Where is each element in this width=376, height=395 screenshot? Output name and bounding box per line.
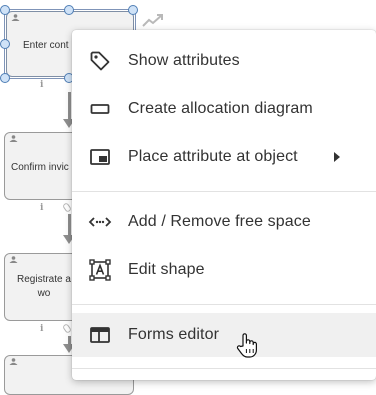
- person-icon: [9, 358, 18, 365]
- menu-item-show-attributes[interactable]: Show attributes: [72, 39, 376, 83]
- form-window-icon: [90, 327, 110, 343]
- connector-line: [68, 92, 71, 120]
- attachment-icon[interactable]: [61, 323, 73, 334]
- menu-item-label: Forms editor: [128, 326, 219, 343]
- menu-item-create-allocation-diagram[interactable]: Create allocation diagram: [72, 87, 376, 131]
- attachment-icon[interactable]: [61, 202, 73, 213]
- rectangle-icon: [90, 104, 110, 114]
- resize-handle-nw[interactable]: [0, 5, 10, 15]
- shape-label: Enter cont: [23, 40, 69, 51]
- picture-in-picture-icon: [90, 149, 110, 165]
- menu-divider: [72, 304, 376, 305]
- menu-item-label: Show attributes: [128, 52, 240, 69]
- info-icon[interactable]: i: [40, 324, 43, 334]
- menu-item-label: Place attribute at object: [128, 148, 298, 165]
- person-icon: [9, 256, 18, 263]
- menu-item-place-attribute[interactable]: Place attribute at object: [72, 135, 376, 179]
- info-icon[interactable]: i: [40, 203, 43, 213]
- chart-trend-icon[interactable]: [142, 12, 164, 28]
- menu-item-forms-editor[interactable]: Forms editor: [72, 313, 376, 357]
- shape-label: Registrate a wo: [17, 274, 71, 299]
- menu-divider: [72, 191, 376, 192]
- connector-line: [68, 214, 71, 236]
- menu-item-label: Add / Remove free space: [128, 213, 311, 230]
- menu-divider: [72, 368, 376, 369]
- hand-pointer-icon: [236, 333, 257, 358]
- person-icon: [11, 14, 20, 21]
- resize-handle-w[interactable]: [0, 39, 10, 49]
- text-frame-icon: [89, 259, 111, 281]
- info-icon[interactable]: i: [40, 80, 43, 90]
- tag-icon: [90, 51, 110, 71]
- resize-handle-sw[interactable]: [0, 73, 10, 83]
- resize-handle-n[interactable]: [64, 5, 74, 15]
- code-dots-icon: [88, 217, 112, 227]
- person-icon: [9, 135, 18, 142]
- menu-item-edit-shape[interactable]: Edit shape: [72, 248, 376, 292]
- submenu-arrow-icon: [334, 152, 340, 162]
- context-menu: Show attributes Create allocation diagra…: [72, 30, 376, 380]
- menu-item-add-remove-free-space[interactable]: Add / Remove free space: [72, 200, 376, 244]
- resize-handle-ne[interactable]: [128, 5, 138, 15]
- menu-item-label: Edit shape: [128, 261, 205, 278]
- menu-item-label: Create allocation diagram: [128, 100, 313, 117]
- shape-label: Confirm invic: [11, 162, 69, 173]
